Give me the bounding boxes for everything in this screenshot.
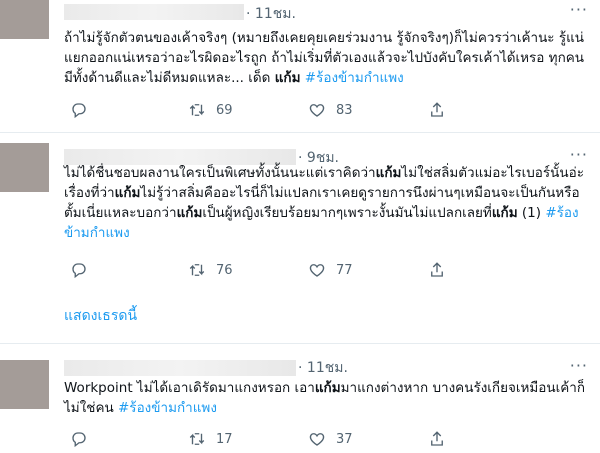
- share-button[interactable]: [428, 430, 446, 448]
- like-button[interactable]: 83: [308, 101, 353, 119]
- reply-icon: [72, 263, 86, 279]
- share-icon: [431, 262, 443, 277]
- avatar[interactable]: [0, 143, 49, 192]
- share-button[interactable]: [428, 261, 446, 279]
- tweet-text-segment: (1): [517, 205, 546, 221]
- heart-icon: [309, 104, 325, 117]
- tweet-3[interactable]: · 11ชม. ··· Workpoint ไม่ได้เอาเดิรัดมาแ…: [0, 344, 600, 453]
- reply-icon: [72, 432, 86, 448]
- reply-icon: [72, 103, 86, 119]
- hashtag-link[interactable]: #ร้องข้ามกำแพง: [118, 400, 217, 416]
- retweet-count: 76: [216, 262, 233, 278]
- retweet-button[interactable]: 69: [188, 101, 233, 119]
- retweet-count: 17: [216, 431, 233, 447]
- more-options-icon[interactable]: ···: [570, 0, 588, 19]
- highlighted-keyword: แก้ม: [114, 185, 141, 201]
- reply-button[interactable]: [70, 101, 98, 119]
- tweet-actions: 69 83: [64, 101, 544, 121]
- avatar[interactable]: [0, 0, 49, 39]
- highlighted-keyword: แก้ม: [491, 205, 518, 221]
- tweet-text: Workpoint ไม่ได้เอาเดิรัดมาแกงหรอก เอาแก…: [64, 378, 592, 418]
- tweet-text: ไม่ได้ชื่นชอบผลงานใครเป็นพิเศษทั้งนั้นนะ…: [64, 163, 592, 243]
- avatar[interactable]: [0, 360, 49, 409]
- retweet-icon: [189, 433, 205, 445]
- like-count: 37: [336, 431, 353, 447]
- like-count: 77: [336, 262, 353, 278]
- tweet-2[interactable]: · 9ชม. ··· ไม่ได้ชื่นชอบผลงานใครเป็นพิเศ…: [0, 133, 600, 343]
- share-icon: [431, 431, 443, 446]
- more-options-icon[interactable]: ···: [570, 145, 588, 164]
- like-button[interactable]: 37: [308, 430, 353, 448]
- like-count: 83: [336, 102, 353, 118]
- highlighted-keyword: แก้ม: [274, 70, 301, 86]
- share-icon: [431, 102, 443, 117]
- tweet-text-segment: Workpoint ไม่ได้เอาเดิรัดมาแกงหรอก เอา: [64, 380, 315, 396]
- retweet-count: 69: [216, 102, 233, 118]
- heart-icon: [309, 264, 325, 277]
- tweet-time[interactable]: · 11ชม.: [246, 3, 296, 25]
- highlighted-keyword: แก้ม: [314, 380, 341, 396]
- blurred-username: [64, 360, 296, 376]
- share-button[interactable]: [428, 101, 446, 119]
- tweet-time[interactable]: · 11ชม.: [298, 357, 348, 379]
- tweet-actions: 76 77: [64, 261, 544, 281]
- blurred-username: [64, 4, 244, 20]
- retweet-button[interactable]: 17: [188, 430, 233, 448]
- reply-button[interactable]: [70, 261, 98, 279]
- show-thread-link[interactable]: แสดงเธรดนี้: [64, 305, 137, 327]
- tweet-text: ถ้าไม่รู้จักตัวตนของเค้าจริงๆ (หมายถึงเค…: [64, 28, 592, 88]
- tweet-text-segment: ไม่ได้ชื่นชอบผลงานใครเป็นพิเศษทั้งนั้นนะ…: [64, 165, 376, 181]
- tweet-actions: 17 37: [64, 430, 544, 450]
- like-button[interactable]: 77: [308, 261, 353, 279]
- reply-button[interactable]: [70, 430, 98, 448]
- retweet-icon: [189, 104, 205, 116]
- highlighted-keyword: แก้ม: [176, 205, 203, 221]
- tweet-1[interactable]: · 11ชม. ··· ถ้าไม่รู้จักตัวตนของเค้าจริง…: [0, 0, 600, 130]
- highlighted-keyword: แก้ม: [375, 165, 402, 181]
- retweet-icon: [189, 264, 205, 276]
- heart-icon: [309, 433, 325, 446]
- more-options-icon[interactable]: ···: [570, 356, 588, 375]
- tweet-text-segment: เป็นผู้หญิงเรียบร้อยมากๆเพราะงั้นมันไม่แ…: [202, 205, 492, 221]
- retweet-button[interactable]: 76: [188, 261, 233, 279]
- hashtag-link[interactable]: #ร้องข้ามกำแพง: [305, 70, 404, 86]
